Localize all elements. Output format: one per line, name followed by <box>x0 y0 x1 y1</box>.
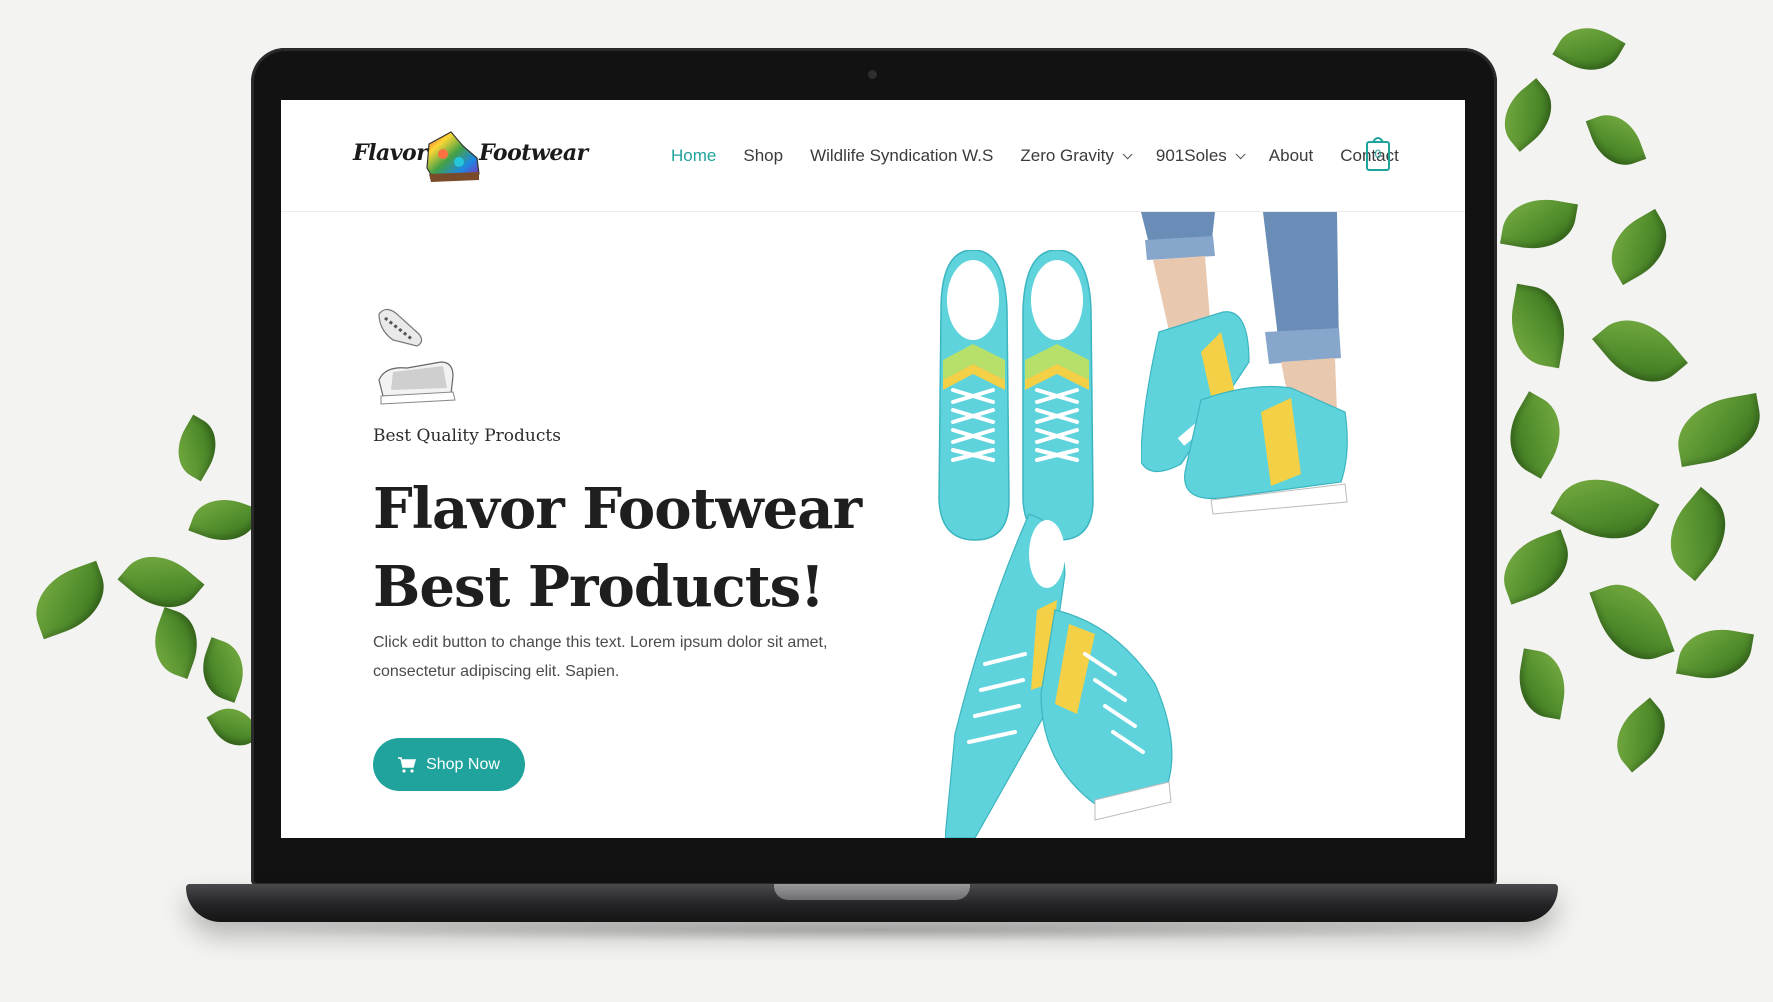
hero-small-shoes-image <box>378 308 456 405</box>
nav-item-label: Shop <box>743 146 784 165</box>
site-header: Flavor Footwear Home Shop Wildlife Syndi… <box>281 100 1465 212</box>
chevron-down-icon <box>1235 148 1246 159</box>
nav-item-label: Zero Gravity <box>1020 146 1114 165</box>
nav-item-label: Home <box>671 146 717 165</box>
shopping-cart-icon <box>398 756 417 773</box>
nav-item-shop[interactable]: Shop <box>743 146 783 166</box>
logo-text-right: Footwear <box>479 140 588 166</box>
brand-logo[interactable]: Flavor Footwear <box>353 118 588 194</box>
nav-item-zero-gravity[interactable]: Zero Gravity <box>1020 146 1133 166</box>
chevron-down-icon <box>1122 148 1133 159</box>
hero-headline: Flavor Footwear Best Products! <box>373 476 862 620</box>
shop-now-button[interactable]: Shop Now <box>373 738 525 791</box>
cart-count: 0 <box>1374 147 1382 161</box>
product-image-crossed-sneakers <box>945 514 1173 838</box>
nav-item-about[interactable]: About <box>1269 146 1313 166</box>
shop-now-label: Shop Now <box>426 755 500 773</box>
nav-item-wildlife-syndication[interactable]: Wildlife Syndication W.S <box>810 146 993 166</box>
nav-item-label: 901Soles <box>1155 146 1227 165</box>
website-screen: Flavor Footwear Home Shop Wildlife Syndi… <box>281 100 1465 838</box>
nav-item-901soles[interactable]: 901Soles <box>1155 146 1246 166</box>
nav-item-home[interactable]: Home <box>671 146 716 166</box>
logo-text-left: Flavor <box>353 140 428 166</box>
nav-item-label: About <box>1268 146 1314 165</box>
laptop-base <box>186 884 1558 922</box>
logo-shoe-icon <box>426 131 480 182</box>
hero-body-text: Click edit button to change this text. L… <box>373 634 828 680</box>
main-navigation: Home Shop Wildlife Syndication W.S Zero … <box>671 138 1426 174</box>
product-image-worn-sneakers <box>1141 212 1348 515</box>
hero-eyebrow: Best Quality Products <box>373 426 561 446</box>
camera-dot <box>868 70 877 79</box>
product-image-sneakers-top-view <box>938 250 1094 541</box>
laptop-notch <box>774 884 970 900</box>
cart-button[interactable]: 0 <box>1365 134 1391 174</box>
nav-item-label: Wildlife Syndication W.S <box>810 146 994 165</box>
